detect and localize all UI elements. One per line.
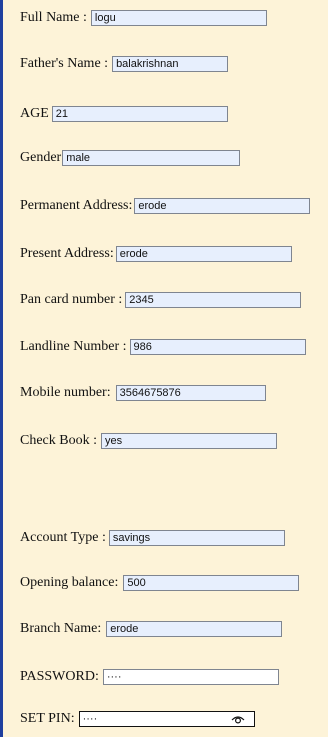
opening-balance-label: Opening balance: — [20, 575, 119, 590]
permanent-address-row: Permanent Address: erode — [20, 195, 311, 217]
permanent-address-label: Permanent Address: — [20, 198, 133, 213]
present-address-input[interactable]: erode — [115, 246, 292, 262]
check-book-label: Check Book : — [20, 433, 97, 448]
mobile-input[interactable]: 3564675876 — [115, 385, 266, 401]
account-type-input[interactable]: savings — [108, 530, 285, 546]
set-pin-input[interactable]: ···· — [78, 711, 255, 727]
age-label: AGE — [20, 106, 49, 121]
branch-name-row: Branch Name: erode — [20, 618, 283, 640]
account-type-label: Account Type : — [20, 530, 106, 545]
permanent-address-input[interactable]: erode — [134, 198, 311, 214]
opening-balance-row: Opening balance: 500 — [20, 572, 300, 594]
present-address-row: Present Address: erode — [20, 243, 292, 265]
pan-card-row: Pan card number : 2345 — [20, 289, 302, 311]
landline-input[interactable]: 986 — [129, 339, 306, 355]
age-row: AGE 21 — [20, 103, 228, 125]
set-pin-label: SET PIN: — [20, 711, 75, 726]
opening-balance-input[interactable]: 500 — [123, 575, 300, 591]
left-border-bar — [0, 0, 3, 737]
landline-row: Landline Number : 986 — [20, 336, 306, 358]
present-address-label: Present Address: — [20, 246, 114, 261]
father-name-label: Father's Name : — [20, 56, 109, 71]
pan-card-input[interactable]: 2345 — [125, 292, 302, 308]
gender-label: Gender — [20, 150, 62, 165]
mobile-row: Mobile number: 3564675876 — [20, 382, 266, 404]
set-pin-row: SET PIN: ···· — [20, 708, 255, 730]
full-name-label: Full Name : — [20, 10, 87, 25]
mobile-label: Mobile number: — [20, 385, 111, 400]
age-input[interactable]: 21 — [51, 106, 228, 122]
father-name-row: Father's Name : balakrishnan — [20, 53, 229, 75]
password-label: PASSWORD: — [20, 669, 99, 684]
landline-label: Landline Number : — [20, 339, 127, 354]
password-input[interactable]: ···· — [102, 669, 279, 685]
full-name-row: Full Name : logu — [20, 7, 267, 29]
account-type-row: Account Type : savings — [20, 527, 285, 549]
branch-name-label: Branch Name: — [20, 621, 102, 636]
set-pin-value: ···· — [82, 713, 98, 725]
gender-input[interactable]: male — [62, 150, 241, 166]
branch-name-input[interactable]: erode — [106, 621, 283, 637]
check-book-row: Check Book : yes — [20, 430, 277, 452]
father-name-input[interactable]: balakrishnan — [112, 56, 229, 72]
gender-row: Gender male — [20, 147, 241, 169]
full-name-input[interactable]: logu — [90, 10, 267, 26]
eye-icon[interactable] — [231, 714, 245, 724]
password-row: PASSWORD: ···· — [20, 666, 279, 688]
pan-card-label: Pan card number : — [20, 292, 123, 307]
check-book-input[interactable]: yes — [101, 433, 277, 449]
